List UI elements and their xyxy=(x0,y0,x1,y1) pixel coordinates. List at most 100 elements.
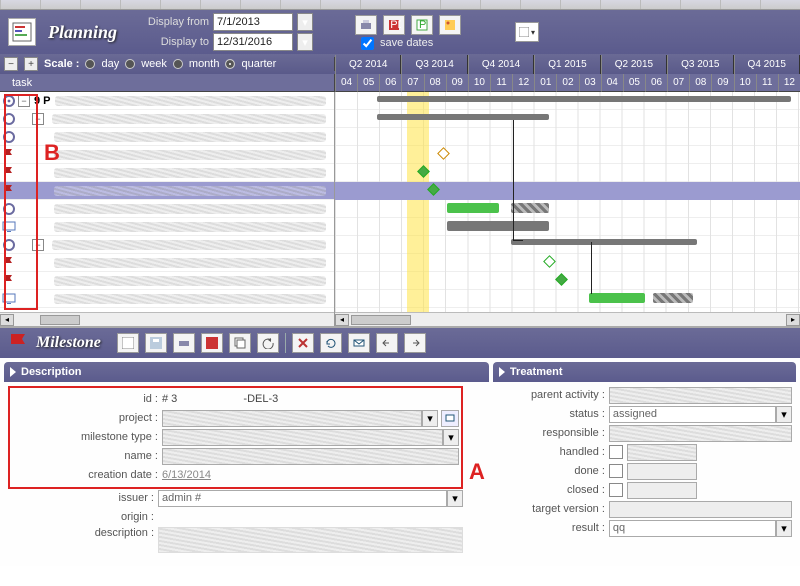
scale-quarter-radio[interactable] xyxy=(225,59,235,69)
scale-month-radio[interactable] xyxy=(173,59,183,69)
detail-header: Milestone xyxy=(0,326,800,358)
task-row[interactable]: − xyxy=(0,236,334,254)
gantt-scrollbar[interactable]: ◂ ▸ xyxy=(335,312,800,326)
scale-quarter-label: quarter xyxy=(241,58,276,70)
scroll-thumb[interactable] xyxy=(40,315,80,325)
gantt-bar[interactable] xyxy=(377,96,791,102)
scroll-right-icon[interactable]: ▸ xyxy=(786,314,800,326)
new-item-dropdown[interactable]: ▾ xyxy=(515,22,539,42)
chevron-right-icon[interactable] xyxy=(499,367,505,377)
done-date[interactable] xyxy=(627,463,697,480)
pdf-button[interactable] xyxy=(201,333,223,353)
description-panel: Description id : # 3 -DEL-3 project : ▾ … xyxy=(4,362,489,562)
issuer-input[interactable] xyxy=(158,490,447,507)
milestone-type-input[interactable] xyxy=(162,429,443,446)
result-dropdown[interactable]: ▾ xyxy=(776,520,792,537)
task-row[interactable] xyxy=(0,254,334,272)
gantt-bar[interactable] xyxy=(511,203,549,213)
gantt-bar[interactable] xyxy=(377,114,549,120)
responsible-input[interactable] xyxy=(609,425,792,442)
print-button[interactable] xyxy=(173,333,195,353)
project-goto-button[interactable] xyxy=(441,410,459,427)
issuer-label: issuer : xyxy=(8,492,158,504)
scale-week-radio[interactable] xyxy=(125,59,135,69)
expand-all-button[interactable]: + xyxy=(24,57,38,71)
status-dropdown[interactable]: ▾ xyxy=(776,406,792,423)
closed-date[interactable] xyxy=(627,482,697,499)
task-row[interactable] xyxy=(0,164,334,182)
display-to-dropdown[interactable]: ▾ xyxy=(297,33,313,51)
task-row-root[interactable]: − 9 P xyxy=(0,92,334,110)
delete-button[interactable] xyxy=(292,333,314,353)
indent-in-button[interactable] xyxy=(404,333,426,353)
status-input[interactable] xyxy=(609,406,776,423)
description-label: description : xyxy=(8,527,158,539)
task-row[interactable] xyxy=(0,290,334,308)
result-input[interactable] xyxy=(609,520,776,537)
today-marker xyxy=(407,92,429,326)
save-button[interactable] xyxy=(145,333,167,353)
indent-out-button[interactable] xyxy=(376,333,398,353)
excel-button[interactable]: P xyxy=(411,15,433,35)
annotation-label-a: A xyxy=(469,459,485,485)
task-row[interactable] xyxy=(0,200,334,218)
display-from-dropdown[interactable]: ▾ xyxy=(297,13,313,31)
project-dropdown[interactable]: ▾ xyxy=(422,410,438,427)
project-input[interactable] xyxy=(162,410,422,427)
image-button[interactable] xyxy=(439,15,461,35)
annotation-box-a: id : # 3 -DEL-3 project : ▾ milestone ty… xyxy=(8,386,463,489)
chevron-right-icon[interactable] xyxy=(10,367,16,377)
name-input[interactable] xyxy=(162,448,459,465)
gantt-pane[interactable]: ◂ ▸ xyxy=(335,92,800,326)
task-row[interactable]: − xyxy=(0,110,334,128)
creation-date-value: 6/13/2014 xyxy=(162,469,459,481)
gantt-bar[interactable] xyxy=(511,239,697,245)
handled-date[interactable] xyxy=(627,444,697,461)
responsible-label: responsible : xyxy=(497,427,609,439)
task-row[interactable] xyxy=(0,218,334,236)
collapse-all-button[interactable]: − xyxy=(4,57,18,71)
task-scrollbar[interactable]: ◂ xyxy=(0,312,334,326)
task-row-selected[interactable] xyxy=(0,182,334,200)
gantt-bar[interactable] xyxy=(447,221,549,231)
scroll-left-icon[interactable]: ◂ xyxy=(0,314,14,326)
pdf-button[interactable]: PDF xyxy=(383,15,405,35)
milestone-type-label: milestone type : xyxy=(12,431,162,443)
creation-date-label: creation date : xyxy=(12,469,162,481)
scale-day-radio[interactable] xyxy=(85,59,95,69)
task-row[interactable] xyxy=(0,272,334,290)
handled-label: handled : xyxy=(497,446,609,458)
scroll-thumb[interactable] xyxy=(351,315,411,325)
closed-label: closed : xyxy=(497,484,609,496)
print-button[interactable] xyxy=(355,15,377,35)
refresh-button[interactable] xyxy=(320,333,342,353)
gantt-bar[interactable] xyxy=(653,293,693,303)
target-version-label: target version : xyxy=(497,503,609,515)
copy-button[interactable] xyxy=(229,333,251,353)
name-label: name : xyxy=(12,450,162,462)
display-from-input[interactable] xyxy=(213,13,293,31)
display-to-input[interactable] xyxy=(213,33,293,51)
done-checkbox[interactable] xyxy=(609,464,623,478)
handled-checkbox[interactable] xyxy=(609,445,623,459)
task-list-pane[interactable]: − 9 P − − B ◂ xyxy=(0,92,335,326)
planning-icon xyxy=(8,18,36,46)
target-version-input[interactable] xyxy=(609,501,792,518)
id-suffix: -DEL-3 xyxy=(243,393,278,405)
annotation-label-b: B xyxy=(44,140,60,166)
planning-header: Planning Display from ▾ Display to ▾ PDF… xyxy=(0,10,800,54)
gantt-bar[interactable] xyxy=(589,293,645,303)
closed-checkbox[interactable] xyxy=(609,483,623,497)
parent-activity-input[interactable] xyxy=(609,387,792,404)
gantt-bar[interactable] xyxy=(447,203,499,213)
treatment-header: Treatment xyxy=(510,366,563,378)
issuer-dropdown[interactable]: ▾ xyxy=(447,490,463,507)
save-dates-checkbox[interactable] xyxy=(361,37,374,50)
scale-label: Scale : xyxy=(44,58,79,70)
mail-button[interactable] xyxy=(348,333,370,353)
undo-button[interactable] xyxy=(257,333,279,353)
milestone-type-dropdown[interactable]: ▾ xyxy=(443,429,459,446)
new-button[interactable] xyxy=(117,333,139,353)
scroll-left-icon[interactable]: ◂ xyxy=(335,314,349,326)
task-column-header: task xyxy=(0,74,335,92)
